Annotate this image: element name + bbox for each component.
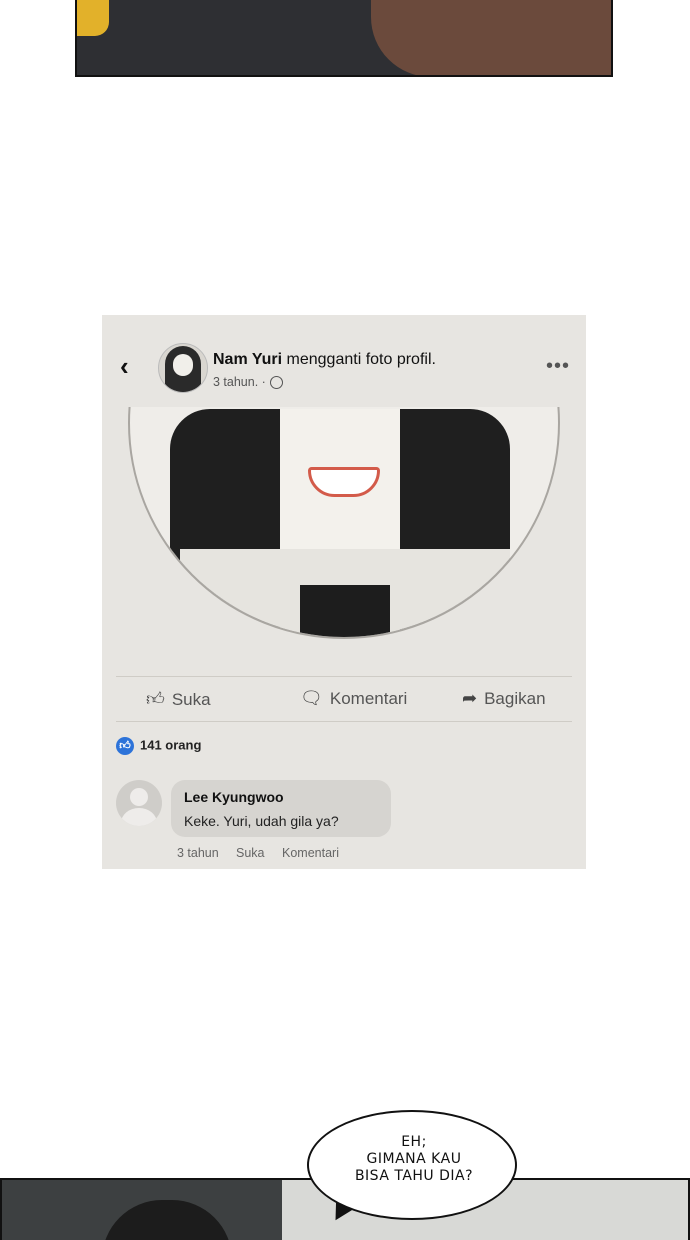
avatar-placeholder-head [130,788,148,806]
avatar-face [173,354,193,376]
comment-button[interactable]: 🗨︎ Komentari [300,688,407,709]
speech-line: GIMANA KAU [366,1151,462,1167]
speech-text: EH; GIMANA KAU BISA TAHU DIA? [307,1134,521,1185]
comment-time: 3 tahun [177,846,219,860]
more-horizontal-icon[interactable]: ••• [546,355,570,378]
post-action-text: mengganti foto profil. [286,351,436,368]
panel-art-hair [371,0,611,75]
photo-neck [300,585,390,637]
speech-bubble-icon: 🗨︎ [300,688,323,708]
post-actions: 👍︎ Suka 🗨︎ Komentari ➦ Bagikan [116,680,572,720]
post-title: Nam Yuri mengganti foto profil. [213,351,436,369]
thumbs-up-icon: 👍︎ [116,737,134,755]
share-button[interactable]: ➦ Bagikan [462,688,546,709]
comment-reply-link[interactable]: Komentari [282,846,339,860]
like-button[interactable]: 👍︎ Suka [146,688,211,710]
comment-text: Keke. Yuri, udah gila ya? [184,813,339,829]
divider [116,676,572,677]
commenter-avatar[interactable] [116,780,162,826]
like-label: Suka [171,690,211,709]
profile-photo[interactable] [102,407,586,677]
reaction-count: 141 orang [140,737,202,753]
thumbs-up-icon: 👍︎ [146,689,165,709]
post-header: ‹ Nam Yuri mengganti foto profil. 3 tahu… [102,315,586,407]
speech-line: EH; [401,1134,427,1150]
avatar-placeholder-body [121,808,157,826]
chevron-left-icon[interactable]: ‹ [120,353,129,379]
author-name[interactable]: Nam Yuri [213,351,282,368]
reaction-summary[interactable]: 👍︎ 141 orang [116,737,201,755]
globe-icon [269,376,283,390]
comment-bubble: Lee Kyungwoo Keke. Yuri, udah gila ya? [171,780,391,837]
top-comic-panel [75,0,613,77]
author-avatar[interactable] [158,343,208,393]
post-meta: 3 tahun. · [213,375,283,390]
facebook-post-card: ‹ Nam Yuri mengganti foto profil. 3 tahu… [102,315,586,869]
post-time[interactable]: 3 tahun. · [213,375,266,389]
commenter-name[interactable]: Lee Kyungwoo [184,789,284,805]
panel-art-yellow [77,0,109,36]
divider [116,721,572,722]
share-label: Bagikan [484,689,546,708]
speech-line: BISA TAHU DIA? [354,1168,474,1184]
comment-label: Komentari [329,689,408,708]
comment-like-link[interactable]: Suka [236,846,265,860]
share-arrow-icon: ➦ [462,688,478,708]
profile-photo-circle [128,407,560,639]
